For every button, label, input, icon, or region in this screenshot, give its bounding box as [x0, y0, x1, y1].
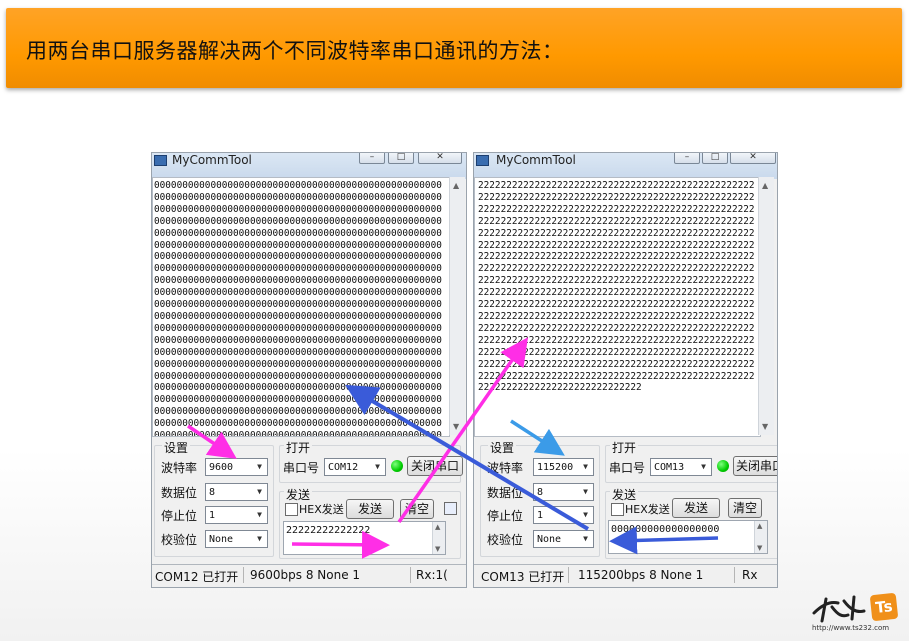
- parity-select[interactable]: None ▼: [205, 530, 268, 548]
- close-port-button[interactable]: 关闭串口: [733, 456, 777, 476]
- window-title: MyCommTool: [172, 153, 252, 167]
- settings-label: 设置: [162, 439, 191, 456]
- chevron-down-icon: ▼: [701, 462, 706, 471]
- databits-label: 数据位: [487, 486, 524, 500]
- maximize-button[interactable]: □: [388, 153, 414, 164]
- minimize-button[interactable]: –: [359, 153, 385, 164]
- status-led-icon: [391, 460, 403, 472]
- chevron-down-icon: ▼: [583, 487, 588, 496]
- send-input[interactable]: 000000000000000000: [608, 520, 768, 554]
- option-checkbox[interactable]: [444, 502, 457, 515]
- title-banner: 用两台串口服务器解决两个不同波特率串口通讯的方法：: [6, 8, 902, 88]
- chevron-down-icon: ▼: [583, 462, 588, 471]
- status-rx: Rx:1(: [416, 568, 448, 582]
- window-title: MyCommTool: [496, 153, 576, 167]
- title-bar: MyCommTool – □ ✕: [474, 153, 777, 179]
- status-led-icon: [717, 460, 729, 472]
- close-port-button[interactable]: 关闭串口: [407, 456, 463, 476]
- brand-url: http://www.ts232.com: [812, 624, 890, 632]
- send-input[interactable]: 22222222222222: [283, 521, 446, 555]
- baud-label: 波特率: [161, 461, 198, 475]
- chevron-down-icon: ▼: [257, 510, 262, 519]
- brand-ts-mark: Ts: [869, 592, 899, 622]
- chevron-down-icon: ▼: [257, 487, 262, 496]
- send-button[interactable]: 发送: [346, 499, 394, 519]
- stopbits-label: 停止位: [161, 509, 198, 523]
- open-label: 打开: [610, 439, 639, 456]
- status-bar: COM13 已打开 115200bps 8 None 1 Rx: [474, 564, 777, 587]
- status-port: COM13 已打开: [481, 570, 565, 584]
- status-divider: [734, 567, 735, 583]
- stopbits-label: 停止位: [487, 509, 524, 523]
- comm-tool-window-right: MyCommTool – □ ✕ 22222222222222222222222…: [473, 152, 778, 588]
- status-rx: Rx: [742, 568, 758, 582]
- port-label: 串口号: [283, 461, 320, 475]
- scroll-up-icon[interactable]: ▲: [435, 523, 440, 531]
- status-divider: [410, 567, 411, 583]
- status-bar: COM12 已打开 9600bps 8 None 1 Rx:1(: [152, 564, 466, 587]
- baud-label: 波特率: [487, 461, 524, 475]
- brand-logo: Ts http://www.ts232.com: [808, 591, 906, 637]
- scroll-down-icon[interactable]: ▼: [757, 544, 762, 552]
- parity-label: 校验位: [161, 533, 198, 547]
- databits-label: 数据位: [161, 486, 198, 500]
- baud-select[interactable]: 115200 ▼: [533, 458, 594, 476]
- scroll-up-icon[interactable]: ▲: [757, 522, 762, 530]
- chevron-down-icon: ▼: [257, 462, 262, 471]
- send-scrollbar[interactable]: ▲ ▼: [754, 521, 767, 553]
- status-divider: [568, 567, 569, 583]
- minimize-button[interactable]: –: [674, 153, 700, 164]
- send-scrollbar[interactable]: ▲ ▼: [432, 522, 445, 554]
- databits-select[interactable]: 8 ▼: [533, 483, 594, 501]
- scroll-down-icon[interactable]: ▼: [762, 422, 768, 431]
- port-select[interactable]: COM12 ▼: [324, 458, 386, 476]
- chevron-down-icon: ▼: [257, 534, 262, 543]
- chevron-down-icon: ▼: [583, 510, 588, 519]
- chevron-down-icon: ▼: [583, 534, 588, 543]
- scroll-up-icon[interactable]: ▲: [453, 181, 459, 190]
- databits-select[interactable]: 8 ▼: [205, 483, 268, 501]
- receive-text: 2222222222222222222222222222222222222222…: [478, 180, 755, 394]
- brand-calligraphy-icon: [812, 595, 866, 623]
- parity-label: 校验位: [487, 533, 524, 547]
- hex-send-checkbox[interactable]: [611, 503, 624, 516]
- status-divider: [243, 567, 244, 583]
- clear-button[interactable]: 清空: [728, 498, 762, 518]
- close-button[interactable]: ✕: [730, 153, 776, 164]
- scroll-up-icon[interactable]: ▲: [762, 181, 768, 190]
- clear-button[interactable]: 清空: [400, 499, 434, 519]
- stopbits-select[interactable]: 1 ▼: [533, 506, 594, 524]
- scroll-down-icon[interactable]: ▼: [435, 545, 440, 553]
- app-icon: [476, 155, 489, 166]
- receive-area[interactable]: 0000000000000000000000000000000000000000…: [152, 177, 450, 437]
- stopbits-select[interactable]: 1 ▼: [205, 506, 268, 524]
- receive-text: 0000000000000000000000000000000000000000…: [154, 180, 442, 437]
- title-bar: MyCommTool – □ ✕: [152, 153, 466, 179]
- open-label: 打开: [284, 439, 313, 456]
- baud-select[interactable]: 9600 ▼: [205, 458, 268, 476]
- send-button[interactable]: 发送: [672, 498, 720, 518]
- parity-select[interactable]: None ▼: [533, 530, 594, 548]
- status-port: COM12 已打开: [155, 570, 239, 584]
- comm-tool-window-left: MyCommTool – □ ✕ 00000000000000000000000…: [151, 152, 467, 588]
- status-params: 9600bps 8 None 1: [250, 568, 361, 582]
- app-icon: [154, 155, 167, 166]
- settings-label: 设置: [488, 439, 517, 456]
- scroll-down-icon[interactable]: ▼: [453, 422, 459, 431]
- receive-area[interactable]: 2222222222222222222222222222222222222222…: [474, 177, 761, 437]
- maximize-button[interactable]: □: [702, 153, 728, 164]
- hex-send-label: HEX发送: [625, 503, 670, 516]
- hex-send-label: HEX发送: [299, 503, 344, 516]
- receive-scrollbar[interactable]: ▲ ▼: [449, 177, 465, 435]
- close-button[interactable]: ✕: [418, 153, 462, 164]
- chevron-down-icon: ▼: [375, 462, 380, 471]
- slide-title: 用两台串口服务器解决两个不同波特率串口通讯的方法：: [26, 39, 564, 63]
- port-select[interactable]: COM13 ▼: [650, 458, 712, 476]
- port-label: 串口号: [609, 461, 646, 475]
- receive-scrollbar[interactable]: ▲ ▼: [758, 177, 774, 435]
- hex-send-checkbox[interactable]: [285, 503, 298, 516]
- status-params: 115200bps 8 None 1: [578, 568, 704, 582]
